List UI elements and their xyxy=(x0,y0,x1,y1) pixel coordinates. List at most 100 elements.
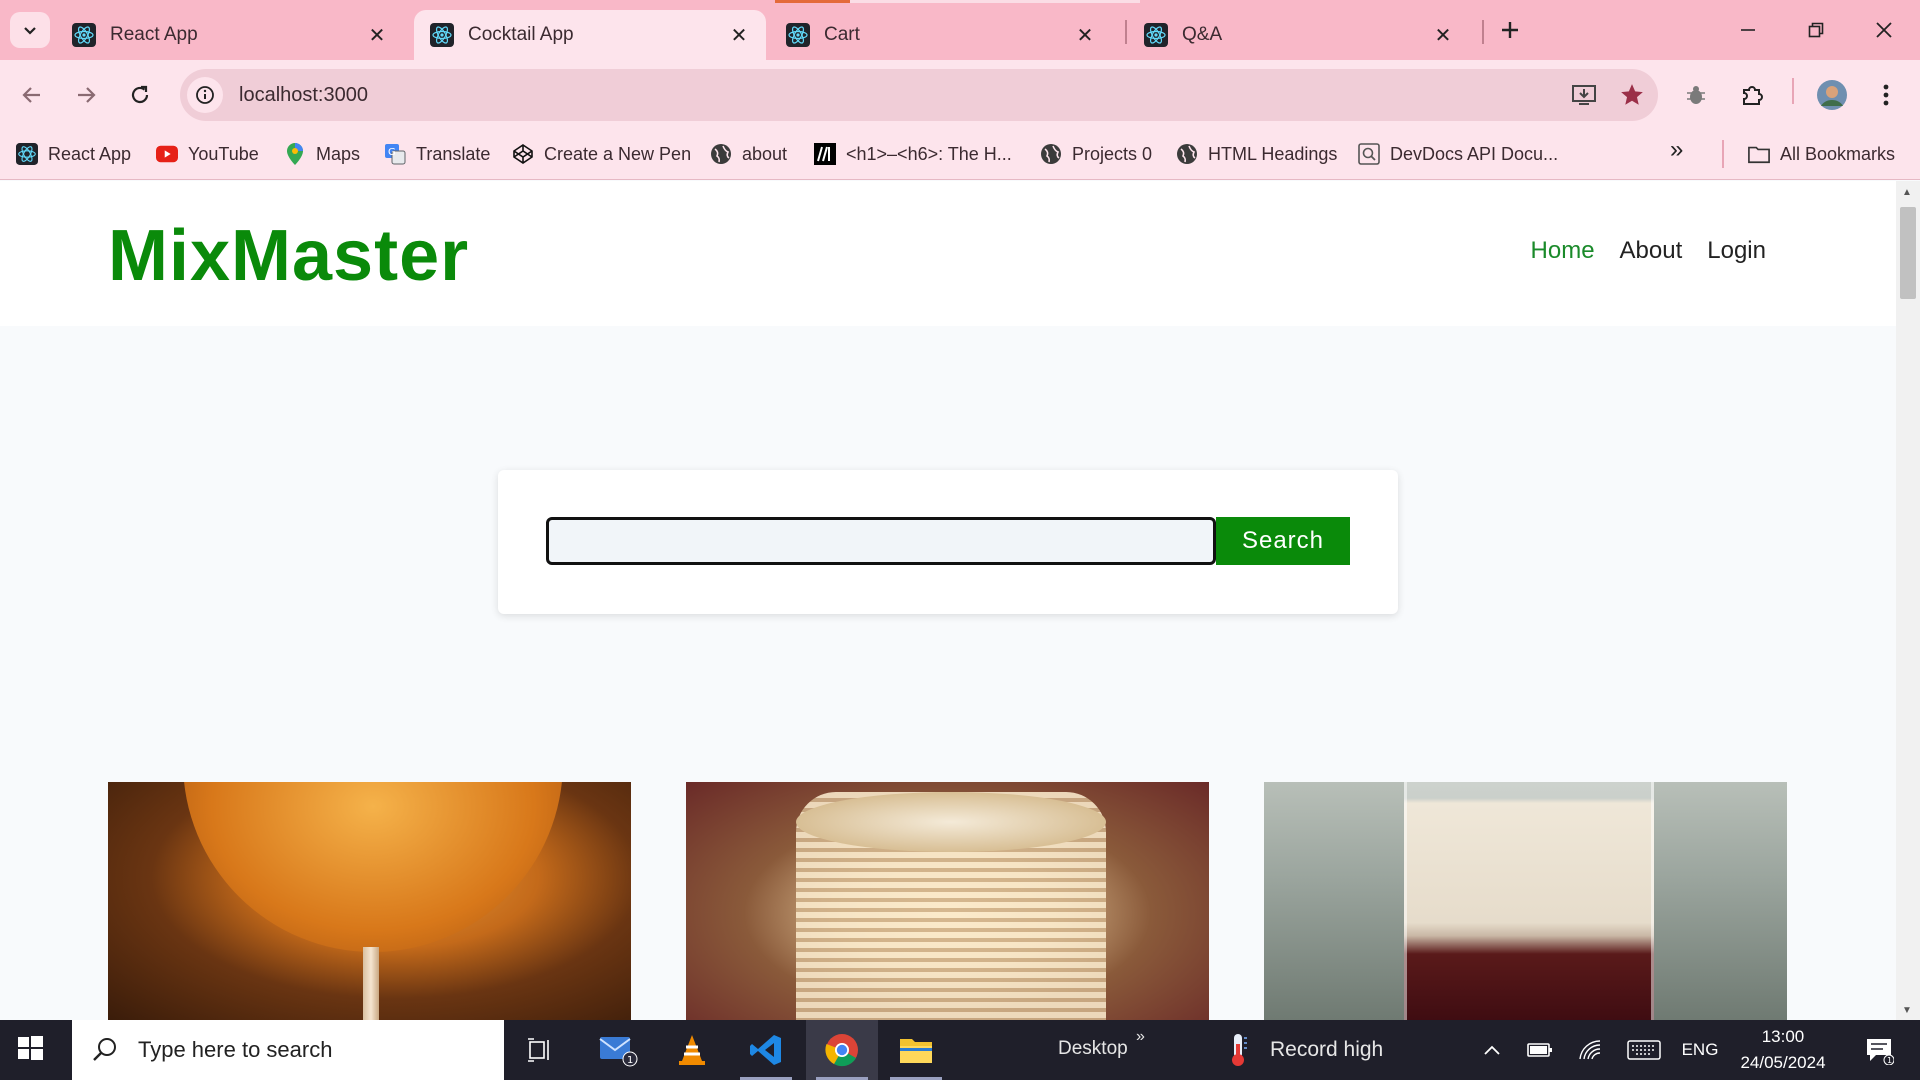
extension-bug-icon[interactable] xyxy=(1676,75,1716,115)
taskbar-chrome-app[interactable] xyxy=(806,1020,878,1080)
bookmarks-divider xyxy=(1722,140,1724,168)
desktop-toolbar-label[interactable]: Desktop xyxy=(1058,1038,1128,1060)
tab-cocktail-app[interactable]: Cocktail App ✕ xyxy=(414,10,766,60)
notification-badge-count: 1 xyxy=(1887,1056,1892,1065)
cocktail-card-image[interactable] xyxy=(1264,782,1787,1020)
bookmark-codepen[interactable]: Create a New Pen xyxy=(512,138,691,170)
install-app-icon[interactable] xyxy=(1562,73,1606,117)
site-logo[interactable]: MixMaster xyxy=(108,215,469,297)
maps-pin-icon xyxy=(284,143,306,165)
desktop-chevron-icon[interactable]: » xyxy=(1136,1028,1145,1046)
layered-drink-shape xyxy=(1404,782,1654,1020)
new-tab-button[interactable] xyxy=(1494,14,1526,46)
cocktail-search-input[interactable] xyxy=(546,517,1216,565)
tab-title: Cocktail App xyxy=(468,24,574,45)
close-icon[interactable]: ✕ xyxy=(366,24,388,47)
search-button[interactable]: Search xyxy=(1216,517,1350,565)
notifications-icon[interactable]: 1 xyxy=(1854,1020,1904,1080)
bookmark-mdn-headings[interactable]: <h1>–<h6>: The H... xyxy=(814,138,1012,170)
taskbar-mail-app[interactable]: 1 xyxy=(582,1020,654,1080)
tab-separator xyxy=(1482,20,1484,44)
site-info-icon[interactable] xyxy=(187,77,223,113)
tab-cart[interactable]: Cart ✕ xyxy=(770,10,1112,60)
tab-search-button[interactable] xyxy=(10,12,50,48)
more-menu-icon[interactable] xyxy=(1866,75,1906,115)
address-bar[interactable]: localhost:3000 xyxy=(180,69,1658,121)
windows-start-icon[interactable] xyxy=(16,1034,48,1066)
close-window-button[interactable] xyxy=(1860,10,1908,50)
bookmark-youtube[interactable]: YouTube xyxy=(156,138,259,170)
more-bookmarks-chevron-icon[interactable]: » xyxy=(1670,136,1683,164)
battery-icon[interactable] xyxy=(1520,1020,1560,1080)
mail-badge-count: 1 xyxy=(627,1055,633,1066)
close-icon[interactable]: ✕ xyxy=(1432,24,1454,47)
all-bookmarks-label: All Bookmarks xyxy=(1780,143,1896,164)
task-view-button[interactable] xyxy=(504,1020,576,1080)
reload-button[interactable] xyxy=(120,75,160,115)
wifi-icon[interactable] xyxy=(1570,1020,1610,1080)
page-scrollbar[interactable]: ▲ ▼ xyxy=(1896,181,1920,1020)
bookmark-label: Maps xyxy=(316,143,361,164)
chrome-icon xyxy=(825,1034,858,1067)
plus-icon xyxy=(1502,22,1518,38)
bookmark-star-icon[interactable] xyxy=(1610,73,1654,117)
tab-title: React App xyxy=(110,24,198,45)
show-hidden-icons-chevron-icon[interactable] xyxy=(1474,1020,1510,1080)
all-bookmarks-button[interactable]: All Bookmarks xyxy=(1748,138,1895,170)
search-form-card: Search xyxy=(498,470,1398,614)
taskbar-search-box[interactable]: Type here to search xyxy=(72,1020,504,1080)
url-text[interactable]: localhost:3000 xyxy=(239,84,1562,107)
svg-text:G: G xyxy=(388,147,396,158)
windows-taskbar: Type here to search 1 Desktop » Record h… xyxy=(0,1020,1920,1080)
bookmark-react-app[interactable]: React App xyxy=(16,138,131,170)
nav-about-link[interactable]: About xyxy=(1620,237,1683,265)
bookmark-html-headings[interactable]: HTML Headings xyxy=(1176,138,1337,170)
weather-label[interactable]: Record high xyxy=(1270,1038,1383,1062)
minimize-button[interactable] xyxy=(1724,10,1772,50)
arrow-right-icon xyxy=(78,87,96,103)
clock-time[interactable]: 13:00 xyxy=(1728,1027,1838,1047)
close-icon[interactable]: ✕ xyxy=(1074,24,1096,47)
tab-react-app[interactable]: React App ✕ xyxy=(56,10,404,60)
bookmarks-bar: React App YouTube Maps G Translate Creat… xyxy=(0,130,1920,180)
globe-icon xyxy=(1040,143,1062,165)
globe-icon xyxy=(710,143,732,165)
nav-links: Home About Login xyxy=(1531,237,1766,265)
bookmark-projects[interactable]: Projects 0 xyxy=(1040,138,1152,170)
tab-qa[interactable]: Q&A ✕ xyxy=(1128,10,1470,60)
bookmark-maps[interactable]: Maps xyxy=(284,138,360,170)
extensions-puzzle-icon[interactable] xyxy=(1732,75,1772,115)
language-indicator[interactable]: ENG xyxy=(1680,1040,1720,1060)
bookmark-label: <h1>–<h6>: The H... xyxy=(846,143,1012,164)
bookmark-translate[interactable]: G Translate xyxy=(384,138,490,170)
cocktail-card-image[interactable] xyxy=(108,782,631,1020)
scrollbar-thumb[interactable] xyxy=(1900,207,1916,299)
bookmark-about[interactable]: about xyxy=(710,138,787,170)
react-icon xyxy=(1144,23,1168,47)
minimize-icon xyxy=(1741,29,1755,31)
scroll-up-arrow-icon[interactable]: ▲ xyxy=(1902,187,1912,198)
react-icon xyxy=(72,23,96,47)
devdocs-icon xyxy=(1358,143,1380,165)
folder-icon xyxy=(1748,143,1770,165)
taskbar-file-explorer-app[interactable] xyxy=(880,1020,952,1080)
nav-home-link[interactable]: Home xyxy=(1531,237,1595,265)
touch-keyboard-icon[interactable] xyxy=(1622,1020,1666,1080)
nav-login-link[interactable]: Login xyxy=(1707,237,1766,265)
weather-thermometer-icon[interactable] xyxy=(1218,1020,1258,1080)
chevron-down-icon xyxy=(24,27,36,35)
taskbar-vscode-app[interactable] xyxy=(730,1020,802,1080)
scroll-down-arrow-icon[interactable]: ▼ xyxy=(1902,1005,1912,1016)
clock-date[interactable]: 24/05/2024 xyxy=(1728,1053,1838,1073)
forward-button[interactable] xyxy=(66,75,106,115)
toolbar-divider xyxy=(1792,78,1794,104)
back-button[interactable] xyxy=(12,75,52,115)
taskbar-vlc-app[interactable] xyxy=(656,1020,728,1080)
close-icon[interactable]: ✕ xyxy=(728,24,750,47)
profile-avatar[interactable] xyxy=(1812,75,1852,115)
restore-button[interactable] xyxy=(1792,10,1840,50)
restore-icon xyxy=(1808,22,1824,38)
cocktail-card-image[interactable] xyxy=(686,782,1209,1020)
vscode-icon xyxy=(750,1035,781,1065)
bookmark-devdocs[interactable]: DevDocs API Docu... xyxy=(1358,138,1558,170)
